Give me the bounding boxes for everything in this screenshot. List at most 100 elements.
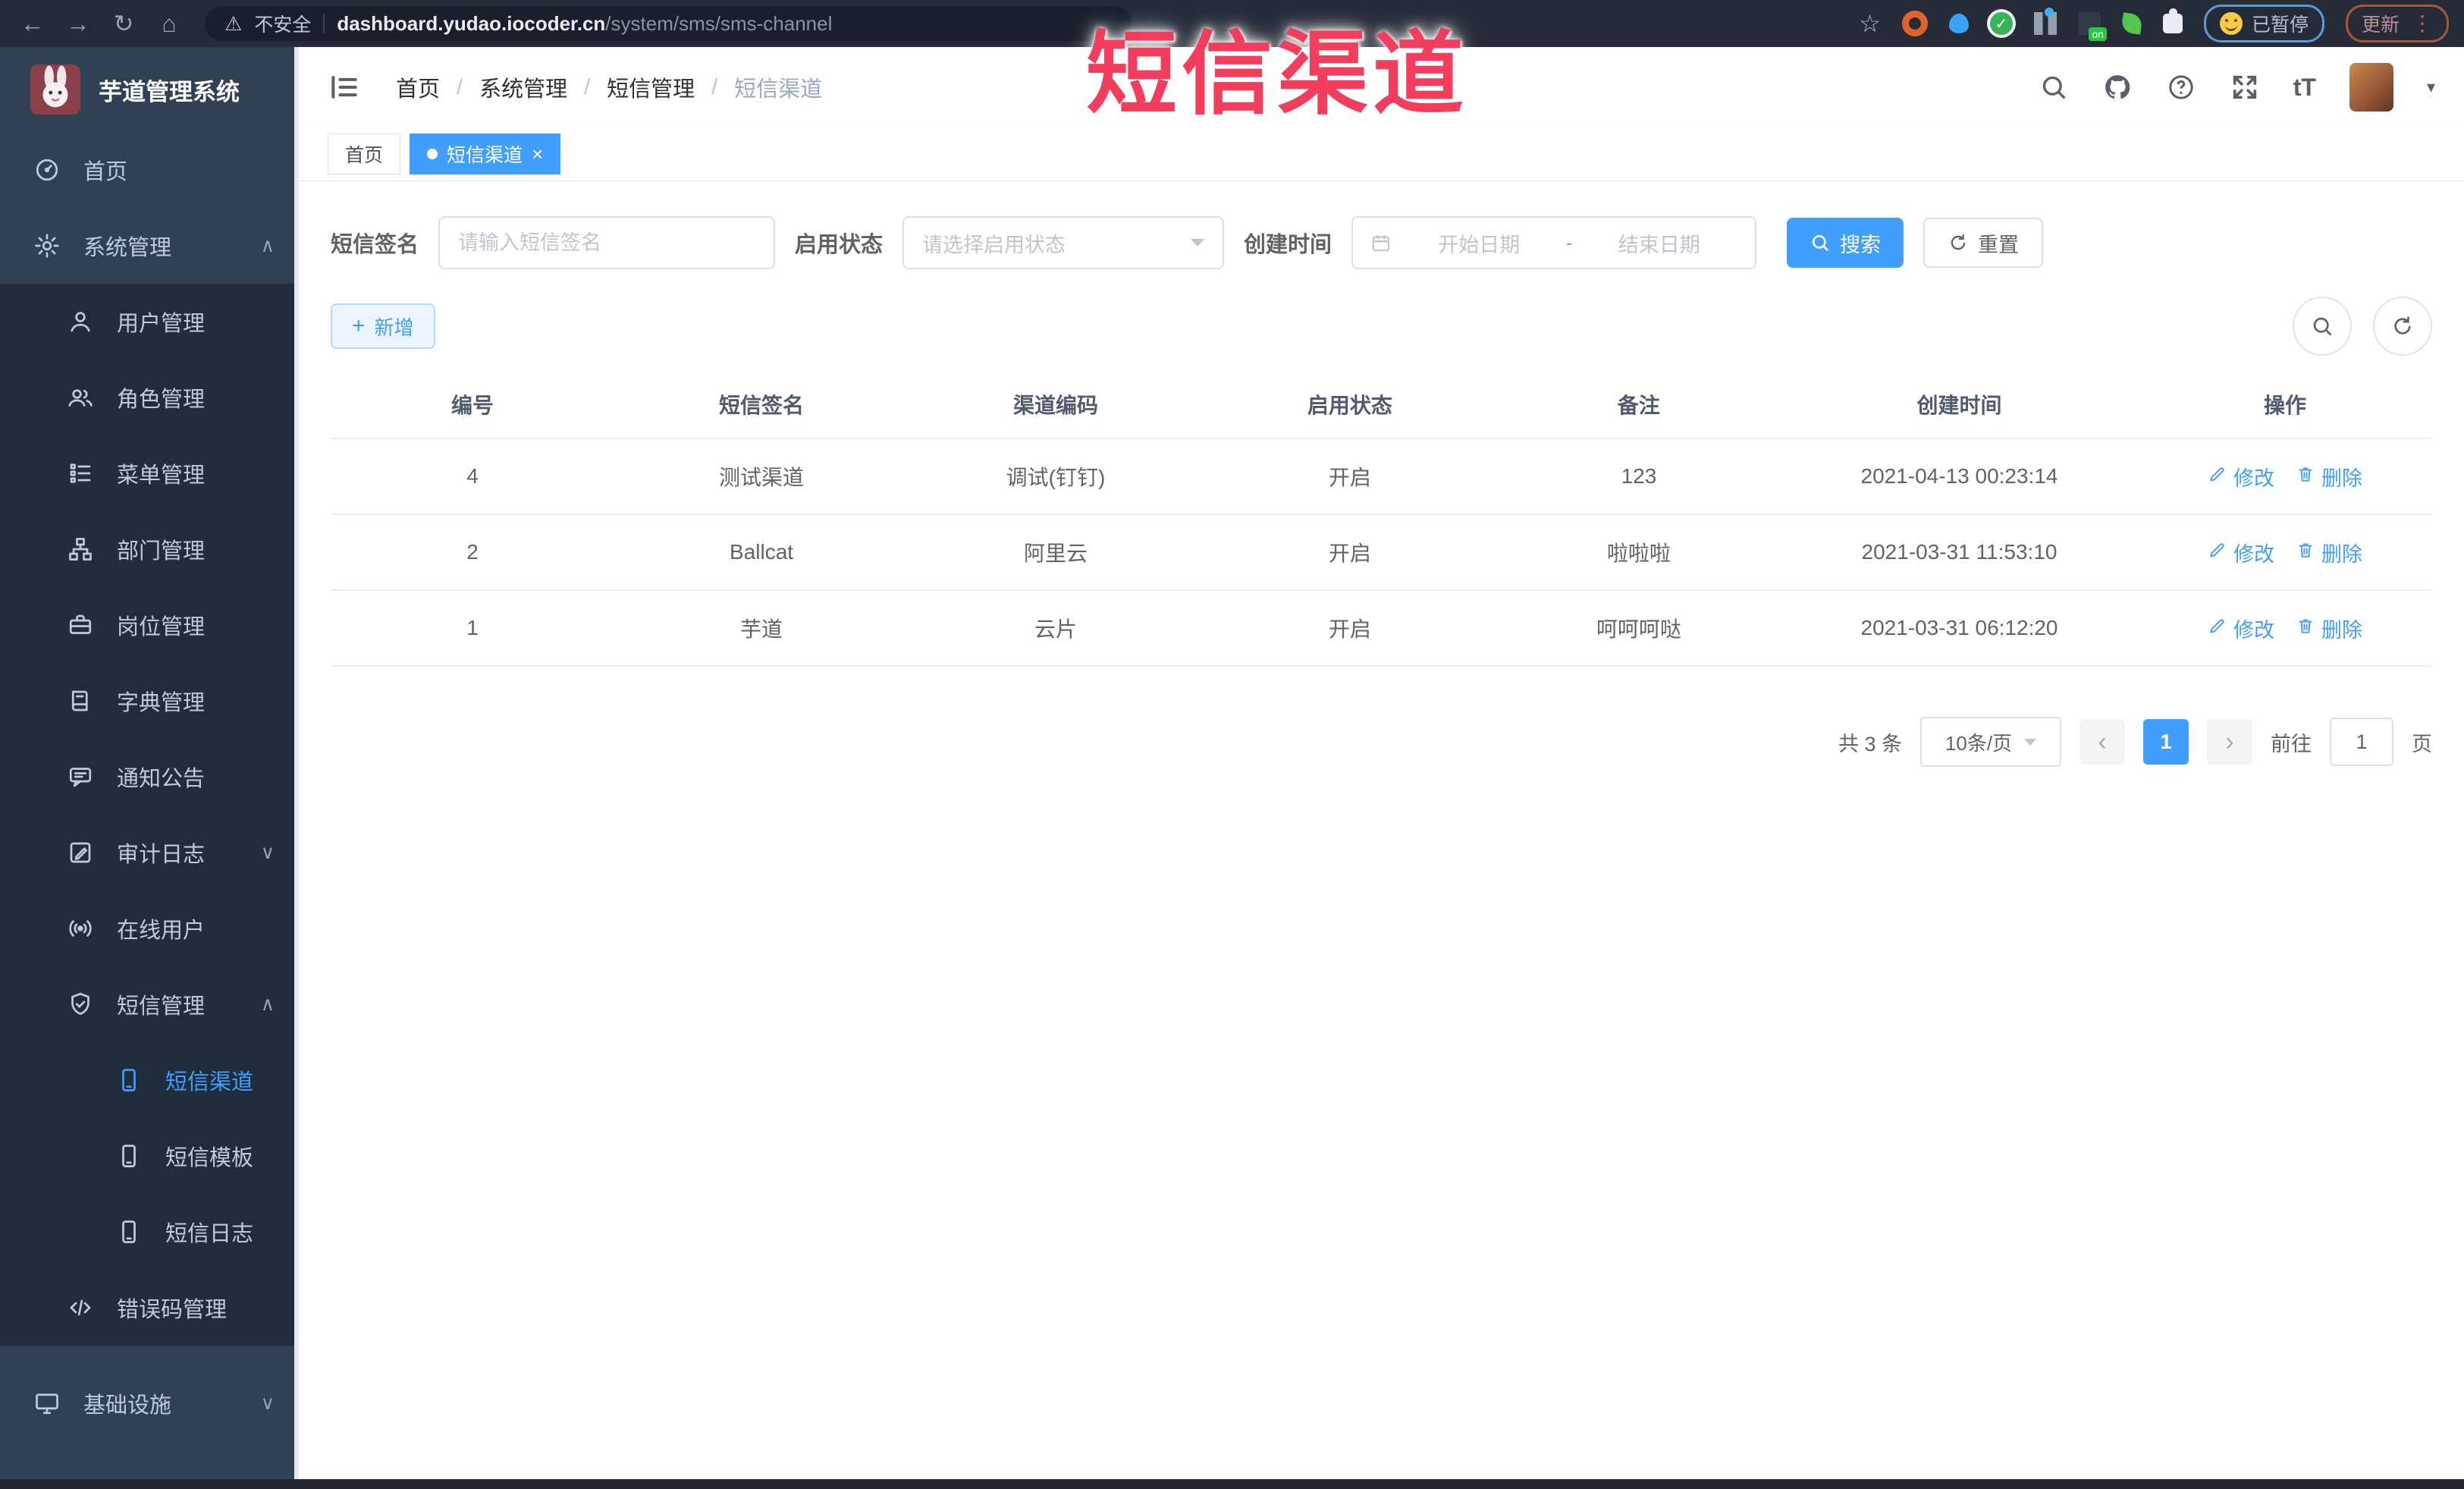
sidebar-item-dictionary[interactable]: 字典管理 [0,663,299,739]
delete-link[interactable]: 删除 [2296,614,2362,643]
sign-input[interactable] [438,216,776,269]
extension-on-badge-icon[interactable] [2077,12,2107,41]
goto-page-input[interactable] [2330,718,2393,766]
address-bar[interactable]: ⚠ 不安全 dashboard.yudao.iocoder.cn/system/… [205,6,1132,41]
delete-link[interactable]: 删除 [2296,538,2362,567]
page-1-button[interactable]: 1 [2143,719,2189,765]
extension-leaf-icon[interactable] [2120,12,2143,35]
page-size-select[interactable]: 10条/页 [1920,717,2061,767]
pencil-icon [2208,540,2227,565]
prev-page-button[interactable]: ‹ [2079,719,2125,765]
emoji-face-icon [2219,12,2243,35]
delete-link[interactable]: 删除 [2296,462,2362,492]
sidebar-item-phone[interactable]: 短信日志 [0,1194,299,1270]
back-icon[interactable]: ← [15,11,50,36]
sidebar-item-dashboard[interactable]: 首页 [0,132,299,208]
bookmark-star-icon[interactable]: ☆ [1859,9,1881,38]
help-icon[interactable] [2166,72,2196,102]
add-button[interactable]: + 新增 [331,303,435,349]
filter-form: 短信签名 启用状态 请选择启用状态 创建时间 开始日期 - 结束日期 [331,216,2432,269]
home-icon[interactable]: ⌂ [152,11,187,36]
sms-shield-icon [67,991,94,1018]
start-date-placeholder: 开始日期 [1438,233,1521,256]
sidebar-item-monitor[interactable]: 基础设施 ∨ [0,1365,299,1441]
column-header: 启用状态 [1202,371,1497,439]
sidebar-item-user[interactable]: 用户管理 [0,284,299,360]
app-logo-row[interactable]: 芋道管理系统 [0,47,299,132]
tags-view-bar: 首页 短信渠道 × [299,127,2464,181]
extension-green-check-icon[interactable]: ✓ [1989,12,2013,35]
sidebar-item-label: 系统管理 [83,236,172,260]
extension-blue-drop-icon[interactable] [1948,14,1969,33]
update-button[interactable]: 更新 ⋮ [2345,5,2449,42]
forward-icon[interactable]: → [61,11,96,36]
dashboard-icon [33,156,61,184]
reset-button[interactable]: 重置 [1923,218,2044,268]
avatar[interactable] [2349,63,2393,112]
goto-label: 前往 [2271,732,2312,755]
column-header: 渠道编码 [909,371,1203,439]
cell-sign: 测试渠道 [614,438,909,515]
edit-link[interactable]: 修改 [2208,462,2274,492]
column-header: 操作 [2138,371,2432,439]
sidebar-item-briefcase[interactable]: 岗位管理 [0,587,299,663]
browser-menu-icon[interactable]: ⋮ [2412,13,2433,34]
sidebar-item-sms-shield[interactable]: 短信管理 ∧ [0,966,299,1042]
column-header: 备注 [1496,371,1781,439]
chevron-down-icon[interactable]: ▾ [2427,77,2435,97]
briefcase-icon [67,611,94,639]
fullscreen-icon[interactable] [2230,72,2260,102]
next-page-button[interactable]: › [2207,719,2252,765]
sidebar-item-gear[interactable]: 系统管理 ∧ [0,208,299,284]
tab-home[interactable]: 首页 [328,134,401,174]
edit-link[interactable]: 修改 [2208,538,2274,567]
screen: ← → ↻ ⌂ ⚠ 不安全 dashboard.yudao.iocoder.cn… [0,0,2464,1489]
cell-code: 阿里云 [909,514,1203,591]
sidebar-item-code[interactable]: 错误码管理 [0,1270,299,1346]
search-button[interactable]: 搜索 [1787,218,1904,268]
profile-paused-pill[interactable]: 已暂停 [2203,5,2324,42]
org-tree-icon [67,536,94,563]
extensions-puzzle-icon[interactable] [2162,8,2183,33]
collapse-sidebar-icon[interactable] [328,71,361,104]
cell-code: 云片 [909,590,1203,667]
menu-list-icon [67,460,94,487]
audit-log-icon [67,839,94,866]
extension-orange-icon[interactable] [1901,11,1928,36]
sidebar-item-org-tree[interactable]: 部门管理 [0,511,299,587]
close-icon[interactable]: × [532,144,543,164]
sidebar-item-audit-log[interactable]: 审计日志 ∨ [0,815,299,891]
search-icon[interactable] [2039,72,2069,102]
sidebar-item-users[interactable]: 角色管理 [0,360,299,435]
font-size-icon[interactable]: tT [2293,74,2316,102]
refresh-button[interactable] [2373,297,2432,356]
github-icon[interactable] [2102,72,2133,102]
breadcrumb-sms[interactable]: 短信管理 [607,71,695,103]
reload-icon[interactable]: ↻ [106,11,141,36]
tab-sms-channel[interactable]: 短信渠道 × [410,134,561,174]
sidebar-item-label: 首页 [83,160,128,184]
status-select[interactable]: 请选择启用状态 [902,216,1225,269]
sidebar-item-menu-list[interactable]: 菜单管理 [0,435,299,511]
announcement-icon [67,763,94,790]
trash-icon [2296,540,2315,565]
toggle-search-button[interactable] [2293,297,2352,356]
create-time-range-picker[interactable]: 开始日期 - 结束日期 [1351,216,1757,269]
sidebar-item-phone[interactable]: 短信渠道 [0,1042,299,1118]
sidebar-item-announcement[interactable]: 通知公告 [0,739,299,815]
sidebar-item-label: 短信日志 [165,1222,254,1246]
extension-columns-icon[interactable] [2033,8,2057,35]
sign-label: 短信签名 [331,233,419,257]
paused-label: 已暂停 [2251,14,2309,36]
sidebar-item-label: 短信管理 [117,994,206,1019]
page-size-value: 10条/页 [1945,731,2013,755]
sidebar-item-online-users[interactable]: 在线用户 [0,891,299,966]
table-row: 2 Ballcat 阿里云 开启 啦啦啦 2021-03-31 11:53:10 修改 删除 [331,514,2432,591]
breadcrumb-home[interactable]: 首页 [396,71,440,103]
sidebar-item-label: 岗位管理 [117,615,206,639]
page-content: 短信签名 启用状态 请选择启用状态 创建时间 开始日期 - 结束日期 [299,181,2464,1489]
cell-actions: 修改 删除 [2138,438,2432,515]
edit-link[interactable]: 修改 [2208,614,2274,643]
breadcrumb-system[interactable]: 系统管理 [479,71,567,103]
sidebar-item-phone[interactable]: 短信模板 [0,1118,299,1194]
